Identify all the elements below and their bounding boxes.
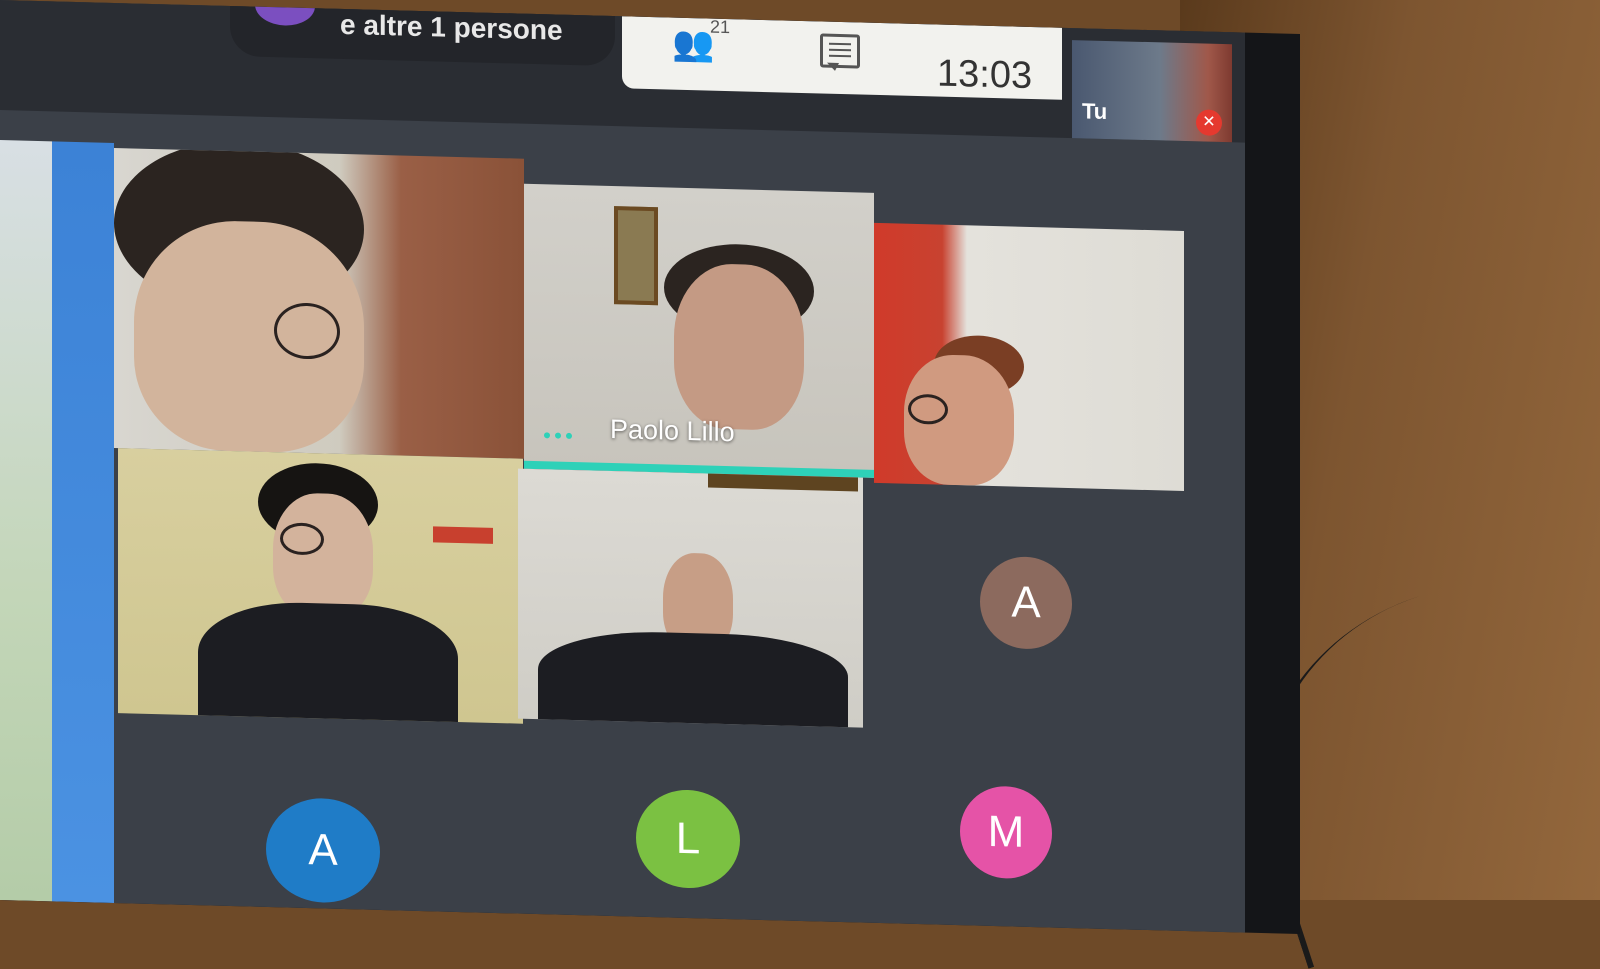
avatar-participant-a[interactable]: A	[980, 555, 1072, 651]
speaker-name-label: Paolo Lillo	[610, 413, 735, 448]
speaking-indicator	[544, 425, 580, 439]
video-tile-active-speaker[interactable]: Paolo Lillo	[524, 183, 874, 478]
video-call-screen: e altre 1 persone 👥 21 13:03 Tu ✕ Paolo …	[0, 0, 1245, 933]
video-tile-participant-4[interactable]	[118, 448, 523, 724]
participant-body	[538, 629, 848, 728]
self-label: Tu	[1082, 98, 1108, 124]
wall-picture	[614, 206, 658, 306]
glasses	[908, 393, 948, 425]
speaker-face	[674, 262, 804, 432]
avatar-participant-m[interactable]: M	[960, 785, 1052, 880]
glasses	[274, 302, 340, 360]
side-panel-accent	[52, 141, 114, 903]
video-tile-participant-3[interactable]	[874, 222, 1184, 492]
participant-face	[273, 492, 373, 620]
monitor: e altre 1 persone 👥 21 13:03 Tu ✕ Paolo …	[0, 0, 1300, 935]
avatar-participant-a-2[interactable]: A	[266, 796, 380, 904]
mic-off-icon: ✕	[1196, 109, 1222, 136]
side-panel	[0, 140, 52, 902]
chat-icon[interactable]	[820, 33, 860, 69]
video-tile-participant-1[interactable]	[114, 147, 524, 459]
call-top-bar: e altre 1 persone 👥 21 13:03 Tu ✕	[0, 0, 1245, 143]
people-icon[interactable]: 👥	[672, 24, 714, 65]
video-tile-participant-5[interactable]	[518, 468, 863, 728]
call-controls: 👥 21 13:03	[622, 16, 1062, 100]
participants-count: 21	[710, 16, 731, 38]
self-view-thumbnail[interactable]: Tu ✕	[1072, 40, 1232, 143]
participant-body	[198, 600, 458, 724]
shelf-object	[433, 526, 493, 544]
others-label: e altre 1 persone	[340, 8, 563, 46]
glasses	[280, 522, 324, 556]
call-clock: 13:03	[937, 52, 1033, 98]
avatar-participant-l[interactable]: L	[636, 788, 740, 890]
